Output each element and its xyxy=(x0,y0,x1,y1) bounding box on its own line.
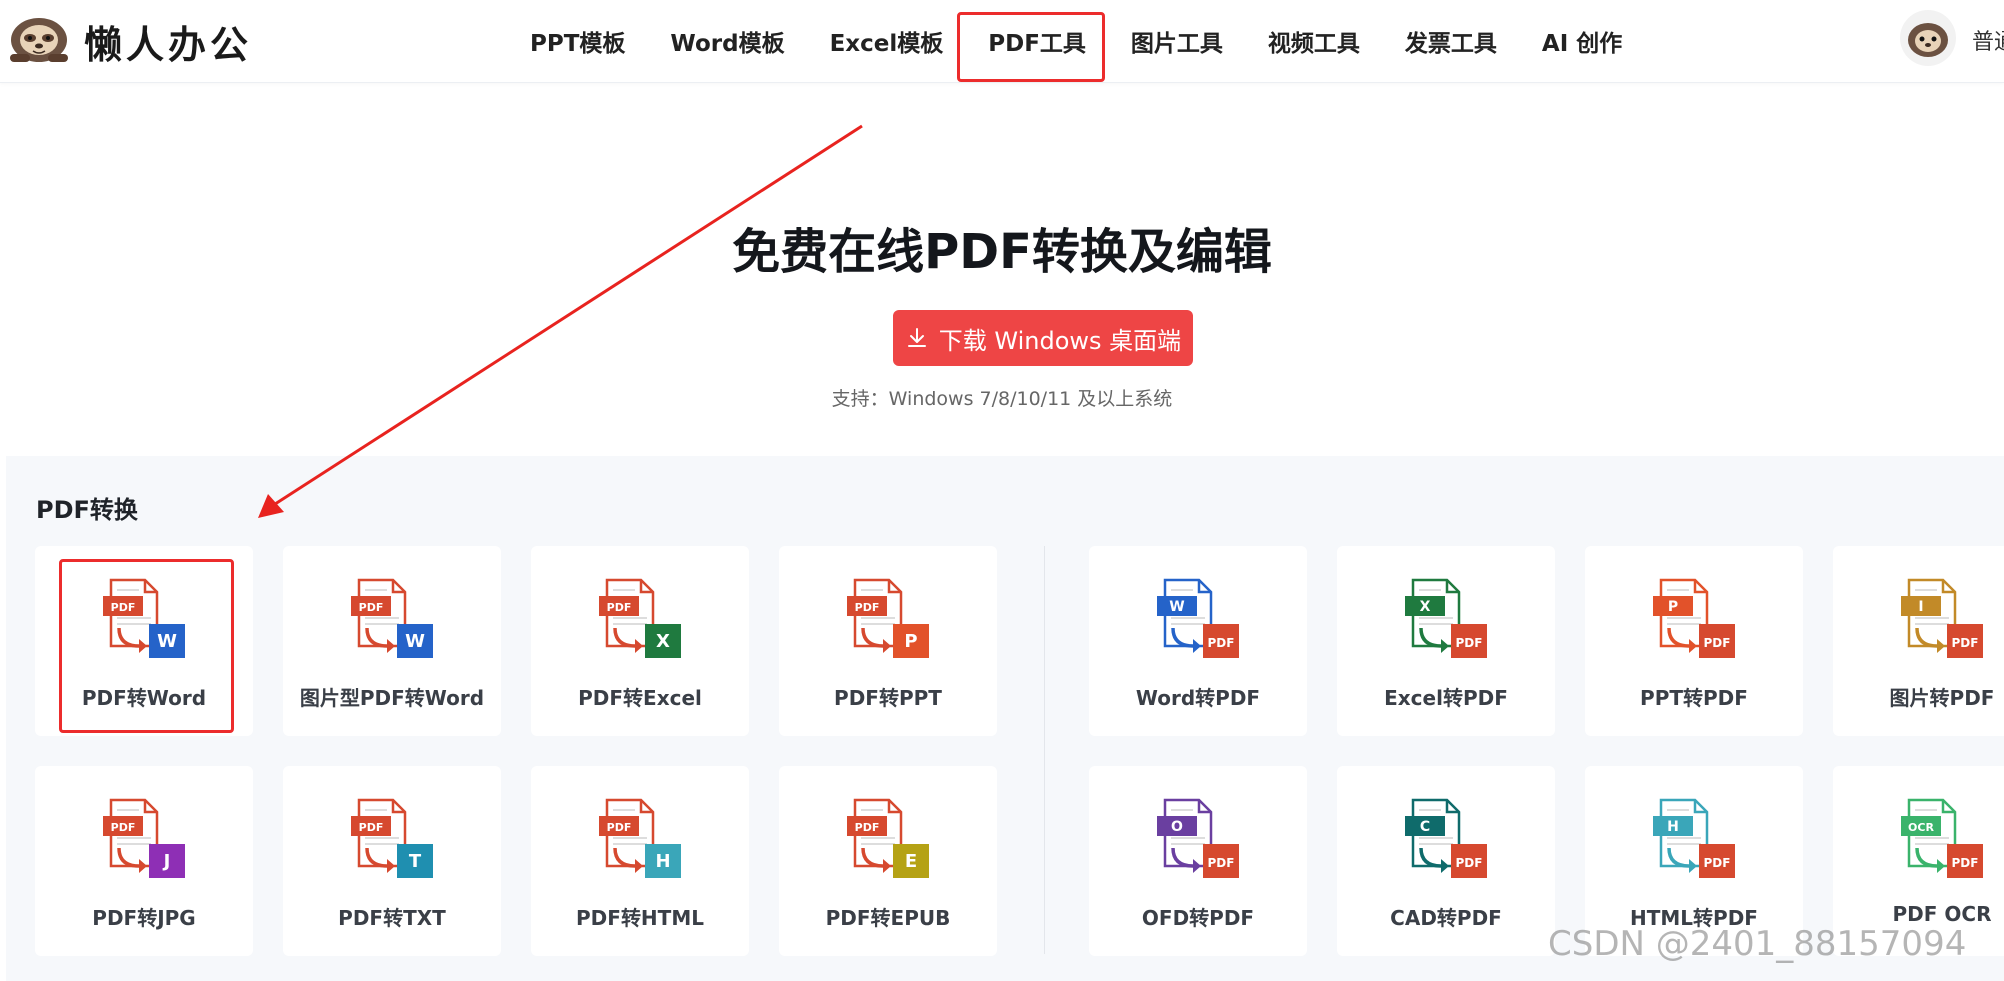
tool-card-label: PDF转Excel xyxy=(578,686,702,710)
svg-text:X: X xyxy=(1420,599,1431,615)
svg-text:PDF: PDF xyxy=(1704,636,1731,650)
svg-text:H: H xyxy=(1667,819,1679,835)
tool-card-label: CAD转PDF xyxy=(1390,906,1502,930)
svg-text:C: C xyxy=(1420,819,1430,835)
file-convert-icon: O PDF xyxy=(1157,798,1239,878)
svg-text:PDF: PDF xyxy=(1456,636,1483,650)
brand-name[interactable]: 懒人办公 xyxy=(84,14,252,69)
tool-card[interactable]: PDF P PDF转PPT xyxy=(779,546,997,736)
download-button-label: 下载 Windows 桌面端 xyxy=(938,326,1182,355)
nav-video-tools[interactable]: 视频工具 xyxy=(1268,24,1360,58)
nav-ai-creation[interactable]: AI 创作 xyxy=(1542,24,1622,58)
download-icon xyxy=(907,328,926,347)
svg-text:H: H xyxy=(655,851,670,872)
tool-card[interactable]: P PDF PPT转PDF xyxy=(1585,546,1803,736)
svg-text:P: P xyxy=(904,631,917,652)
file-convert-icon: PDF T xyxy=(351,798,433,878)
svg-text:I: I xyxy=(1918,599,1923,615)
page-title: 免费在线PDF转换及编辑 xyxy=(732,224,1272,280)
svg-text:PDF: PDF xyxy=(607,821,632,834)
tool-card-label: OFD转PDF xyxy=(1141,906,1255,930)
user-level-text[interactable]: 普通 xyxy=(1972,24,2004,56)
tool-card[interactable]: O PDF OFD转PDF xyxy=(1089,766,1307,956)
svg-text:PDF: PDF xyxy=(607,601,632,614)
file-convert-icon: OCR PDF xyxy=(1901,798,1983,878)
nav-image-tools[interactable]: 图片工具 xyxy=(1131,24,1223,58)
nav-highlight-box xyxy=(957,12,1105,82)
file-convert-icon: PDF X xyxy=(599,578,681,658)
svg-text:PDF: PDF xyxy=(359,821,384,834)
tool-card-label: PPT转PDF xyxy=(1640,686,1748,710)
tool-card-label: PDF转JPG xyxy=(92,906,196,930)
tool-card-label: PDF转TXT xyxy=(338,906,446,930)
svg-text:OCR: OCR xyxy=(1908,821,1934,834)
sloth-avatar-icon xyxy=(1908,23,1948,57)
tool-card-label: 图片转PDF xyxy=(1889,686,1995,710)
download-windows-button[interactable]: 下载 Windows 桌面端 xyxy=(893,310,1193,366)
file-convert-icon: PDF H xyxy=(599,798,681,878)
tool-card-label: PDF转PPT xyxy=(834,686,942,710)
file-convert-icon: P PDF xyxy=(1653,578,1735,658)
svg-text:PDF: PDF xyxy=(1208,856,1235,870)
svg-text:PDF: PDF xyxy=(1208,636,1235,650)
svg-text:X: X xyxy=(656,631,670,652)
tool-card-label: PDF转HTML xyxy=(576,906,704,930)
svg-text:W: W xyxy=(405,631,425,652)
svg-text:O: O xyxy=(1171,819,1183,835)
svg-text:PDF: PDF xyxy=(359,601,384,614)
user-avatar[interactable] xyxy=(1900,10,1956,66)
support-text: 支持：Windows 7/8/10/11 及以上系统 xyxy=(831,388,1173,410)
tool-card[interactable]: PDF J PDF转JPG xyxy=(35,766,253,956)
tool-card[interactable]: X PDF Excel转PDF xyxy=(1337,546,1555,736)
watermark-text: CSDN @2401_88157094 xyxy=(1548,924,1967,964)
tool-card-label: PDF OCR xyxy=(1892,902,1992,926)
tool-card[interactable]: PDF W 图片型PDF转Word xyxy=(283,546,501,736)
svg-text:T: T xyxy=(409,851,422,872)
pdf-convert-section: PDF转换 PDF W PDF转Word PDF W 图片型PDF转Word P… xyxy=(6,456,2004,981)
tool-card[interactable]: PDF T PDF转TXT xyxy=(283,766,501,956)
svg-text:PDF: PDF xyxy=(1456,856,1483,870)
tool-card-label: 图片型PDF转Word xyxy=(299,686,485,710)
file-convert-icon: PDF W xyxy=(351,578,433,658)
file-convert-icon: PDF J xyxy=(103,798,185,878)
file-convert-icon: W PDF xyxy=(1157,578,1239,658)
section-divider xyxy=(1044,546,1045,954)
tool-card[interactable]: C PDF CAD转PDF xyxy=(1337,766,1555,956)
svg-text:PDF: PDF xyxy=(1952,856,1979,870)
file-convert-icon: PDF E xyxy=(847,798,929,878)
file-convert-icon: X PDF xyxy=(1405,578,1487,658)
nav-excel-templates[interactable]: Excel模板 xyxy=(830,24,944,58)
svg-text:PDF: PDF xyxy=(855,821,880,834)
tool-card-label: Word转PDF xyxy=(1135,686,1261,710)
nav-word-templates[interactable]: Word模板 xyxy=(670,24,784,58)
tool-card[interactable]: PDF X PDF转Excel xyxy=(531,546,749,736)
file-convert-icon: I PDF xyxy=(1901,578,1983,658)
svg-text:W: W xyxy=(1169,599,1184,615)
svg-text:J: J xyxy=(162,851,171,872)
file-convert-icon: C PDF xyxy=(1405,798,1487,878)
svg-text:PDF: PDF xyxy=(1952,636,1979,650)
file-convert-icon: PDF P xyxy=(847,578,929,658)
svg-text:E: E xyxy=(905,851,917,872)
svg-text:PDF: PDF xyxy=(1704,856,1731,870)
svg-text:PDF: PDF xyxy=(855,601,880,614)
svg-text:P: P xyxy=(1668,599,1678,615)
tool-card[interactable]: W PDF Word转PDF xyxy=(1089,546,1307,736)
section-title: PDF转换 xyxy=(36,496,138,524)
nav-ppt-templates[interactable]: PPT模板 xyxy=(530,24,625,58)
tool-card-label: PDF转EPUB xyxy=(825,906,951,930)
nav-invoice-tools[interactable]: 发票工具 xyxy=(1405,24,1497,58)
tool-card-label: Excel转PDF xyxy=(1384,686,1508,710)
file-convert-icon: H PDF xyxy=(1653,798,1735,878)
tool-card[interactable]: PDF E PDF转EPUB xyxy=(779,766,997,956)
sloth-logo-icon[interactable] xyxy=(8,10,70,66)
svg-text:PDF: PDF xyxy=(111,821,136,834)
tool-card[interactable]: I PDF 图片转PDF xyxy=(1833,546,2004,736)
card-highlight-box xyxy=(59,559,234,733)
tool-card[interactable]: PDF H PDF转HTML xyxy=(531,766,749,956)
